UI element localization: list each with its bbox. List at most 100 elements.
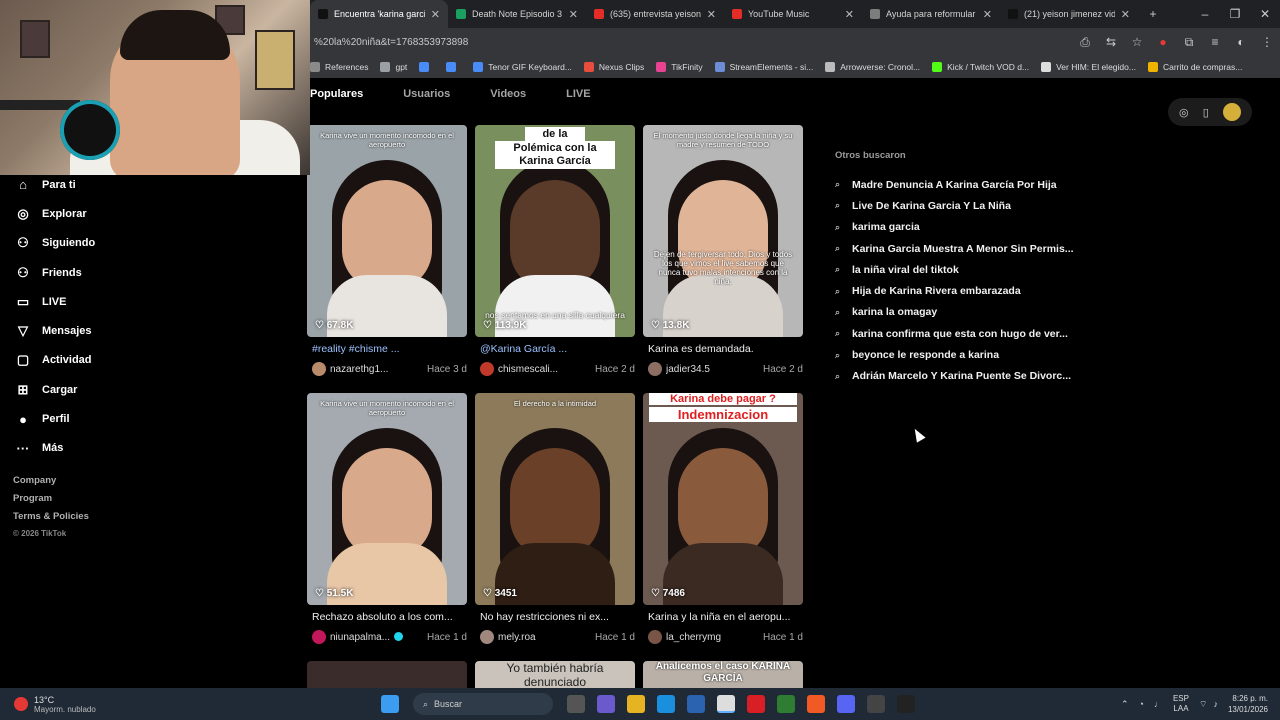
bookmark-star-icon[interactable]: ☆ [1124, 35, 1150, 49]
volume-icon[interactable]: ♪ [1213, 699, 1218, 709]
search-suggestion[interactable]: ⌕ Hija de Karina Rivera embarazada [835, 280, 1135, 301]
store-icon[interactable] [687, 695, 705, 713]
discord-icon[interactable] [837, 695, 855, 713]
maximize-button[interactable]: ❐ [1220, 7, 1250, 21]
bookmark-item[interactable]: Arrowverse: Cronol... [825, 62, 920, 72]
video-title[interactable]: Karina es demandada. [643, 343, 803, 355]
sidebar-item[interactable]: ⚇ Friends [0, 258, 300, 287]
copilot-icon[interactable] [597, 695, 615, 713]
bookmark-item[interactable]: Kick / Twitch VOD d... [932, 62, 1029, 72]
video-title[interactable]: Rechazo absoluto a los com... [307, 611, 467, 623]
video-title[interactable]: Karina y la niña en el aeropu... [643, 611, 803, 623]
browser-tab[interactable]: YouTube Music ✕ [724, 0, 862, 28]
netflix-icon[interactable] [747, 695, 765, 713]
video-title[interactable]: No hay restricciones ni ex... [475, 611, 635, 623]
new-tab-button[interactable]: + [1138, 7, 1168, 21]
browser-tab[interactable]: (635) entrevista yeison jim ✕ [586, 0, 724, 28]
video-thumbnail[interactable]: El momento justo donde llega la niña y s… [643, 125, 803, 337]
video-title[interactable]: #reality #chisme ... [307, 343, 467, 355]
author-avatar[interactable] [648, 630, 662, 644]
search-suggestion[interactable]: ⌕ karima garcia [835, 217, 1135, 238]
footer-link[interactable]: Program [13, 493, 300, 511]
network-icon[interactable]: ◔ [1139, 699, 1144, 709]
search-suggestion[interactable]: ⌕ Live De Karina Garcia Y La Niña [835, 195, 1135, 216]
bookmark-item[interactable] [446, 62, 461, 72]
extension-red-icon[interactable]: ● [1150, 35, 1176, 49]
video-thumbnail[interactable]: Karina vive un momento incomodo en el ae… [307, 125, 467, 337]
bookmark-item[interactable]: Tenor GIF Keyboard... [473, 62, 572, 72]
bookmark-item[interactable]: gpt [380, 62, 407, 72]
file-explorer-icon[interactable] [627, 695, 645, 713]
video-thumbnail-partial[interactable] [307, 661, 467, 688]
search-suggestion[interactable]: ⌕ beyonce le responde a karina [835, 344, 1135, 365]
footer-link[interactable]: Company [13, 475, 300, 493]
author-avatar[interactable] [648, 362, 662, 376]
video-card[interactable]: Karina vive un momento incomodo en el ae… [307, 125, 467, 376]
video-thumbnail[interactable]: Karina debe pagar ? Indemnizacion ♡ 7486 [643, 393, 803, 605]
video-thumbnail-partial[interactable]: Yo también habría denunciado [475, 661, 635, 688]
taskbar-search[interactable]: ⌕ Buscar [413, 693, 553, 715]
bookmark-item[interactable]: Carrito de compras... [1147, 62, 1242, 72]
tab-populares[interactable]: Populares [310, 88, 363, 112]
browser-tab[interactable]: (21) yeison jimenez video ✕ [1000, 0, 1138, 28]
sidebar-item[interactable]: ● Perfil [0, 404, 300, 433]
author-name[interactable]: nazarethg1... [330, 364, 421, 375]
video-thumbnail[interactable]: El derecho a la intimidad ♡ 3451 [475, 393, 635, 605]
wifi-icon[interactable]: ⌔ [1199, 699, 1207, 710]
sidebar-item[interactable]: ⊞ Cargar [0, 375, 300, 404]
bookmark-item[interactable]: TikFinity [656, 62, 703, 72]
clock[interactable]: 8:26 p. m. 13/01/2026 [1228, 693, 1268, 715]
video-card[interactable]: Karina debe pagar ? Indemnizacion ♡ 7486… [643, 393, 803, 644]
author-avatar[interactable] [480, 362, 494, 376]
author-name[interactable]: chismescali... [498, 364, 589, 375]
minimize-button[interactable]: – [1190, 7, 1220, 21]
tab-live[interactable]: LIVE [566, 88, 590, 112]
sidebar-item[interactable]: ⚇ Siguiendo [0, 229, 300, 258]
search-suggestion[interactable]: ⌕ Adrián Marcelo Y Karina Puente Se Divor… [835, 366, 1135, 387]
windows-start-icon[interactable] [381, 695, 399, 713]
mic-icon[interactable]: ♩ [1154, 699, 1163, 709]
author-name[interactable]: niunapalma... [330, 632, 421, 643]
author-avatar[interactable] [480, 630, 494, 644]
app-icon[interactable] [777, 695, 795, 713]
bookmark-item[interactable]: References [310, 62, 368, 72]
video-thumbnail[interactable]: Karina vive un momento incomodo en el ae… [307, 393, 467, 605]
bookmark-item[interactable]: StreamElements - si... [714, 62, 813, 72]
sidebar-item[interactable]: ··· Más [0, 434, 300, 463]
user-avatar[interactable] [1222, 103, 1241, 121]
app-icon[interactable] [867, 695, 885, 713]
author-name[interactable]: jadier34.5 [666, 364, 757, 375]
author-avatar[interactable] [312, 362, 326, 376]
device-icon[interactable]: ▯ [1203, 106, 1209, 119]
video-thumbnail-partial[interactable]: Analicemos el caso KARINA GARCÍA [643, 661, 803, 688]
coin-icon[interactable]: ◎ [1179, 106, 1189, 119]
video-card[interactable]: Karina vive un momento incomodo en el ae… [307, 393, 467, 644]
close-window-button[interactable]: ✕ [1250, 7, 1280, 21]
video-card[interactable]: El momento justo donde llega la niña y s… [643, 125, 803, 376]
chrome-icon[interactable] [717, 695, 735, 713]
extensions-icon[interactable]: ⧉ [1176, 35, 1202, 50]
video-card[interactable]: El derecho a la intimidad ♡ 3451 No hay … [475, 393, 635, 644]
menu-kebab-icon[interactable]: ⋮ [1254, 35, 1280, 49]
install-icon[interactable]: ⎙ [1072, 35, 1098, 50]
video-thumbnail[interactable]: de la Polémica con la Karina García nos … [475, 125, 635, 337]
search-suggestion[interactable]: ⌕ karina la omagay [835, 302, 1135, 323]
translate-icon[interactable]: ⇆ [1098, 35, 1124, 49]
tab-close-icon[interactable]: ✕ [707, 8, 716, 21]
sidebar-item[interactable]: ◎ Explorar [0, 199, 300, 228]
tab-videos[interactable]: Videos [490, 88, 526, 112]
video-title[interactable]: @Karina García ... [475, 343, 635, 355]
bookmark-item[interactable]: Nexus Clips [583, 62, 644, 72]
sidebar-item[interactable]: ▽ Mensajes [0, 316, 300, 345]
tab-close-icon[interactable]: ✕ [431, 8, 440, 21]
tab-close-icon[interactable]: ✕ [1121, 8, 1130, 21]
search-suggestion[interactable]: ⌕ Madre Denuncia A Karina García Por Hija [835, 174, 1135, 195]
bookmark-item[interactable] [419, 62, 434, 72]
app-icon[interactable] [807, 695, 825, 713]
tab-close-icon[interactable]: ✕ [983, 8, 992, 21]
bookmark-item[interactable]: Ver HIM: El elegido... [1041, 62, 1136, 72]
search-suggestion[interactable]: ⌕ la niña viral del tiktok [835, 259, 1135, 280]
task-view-icon[interactable] [567, 695, 585, 713]
browser-tab[interactable]: Ayuda para reformular so ✕ [862, 0, 1000, 28]
author-avatar[interactable] [312, 630, 326, 644]
